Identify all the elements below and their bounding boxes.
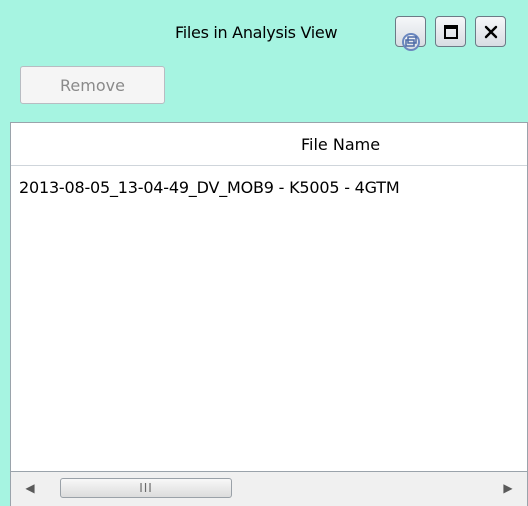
maximize-button[interactable]	[435, 16, 466, 47]
close-button[interactable]	[475, 16, 506, 47]
horizontal-scrollbar[interactable]: ◀ III ▶	[10, 472, 528, 506]
title-bar: Files in Analysis View	[0, 0, 528, 57]
remove-button[interactable]: Remove	[20, 66, 165, 104]
column-header-file-name[interactable]: File Name	[301, 135, 380, 154]
file-name-cell: 2013-08-05_13-04-49_DV_MOB9 - K5005 - 4G…	[19, 178, 400, 197]
restore-icon	[401, 33, 420, 51]
table-row[interactable]: 2013-08-05_13-04-49_DV_MOB9 - K5005 - 4G…	[11, 166, 527, 202]
scroll-left-icon[interactable]: ◀	[21, 479, 39, 497]
table-header: File Name	[11, 123, 527, 166]
files-table: File Name 2013-08-05_13-04-49_DV_MOB9 - …	[10, 122, 528, 472]
scroll-thumb[interactable]: III	[60, 478, 232, 498]
restore-button[interactable]	[395, 16, 426, 51]
close-icon	[484, 25, 497, 38]
scroll-right-icon[interactable]: ▶	[499, 479, 517, 497]
window-title: Files in Analysis View	[175, 23, 338, 42]
files-in-analysis-view-panel: Files in Analysis View Remove File Name …	[0, 0, 528, 506]
maximize-icon	[443, 24, 458, 39]
